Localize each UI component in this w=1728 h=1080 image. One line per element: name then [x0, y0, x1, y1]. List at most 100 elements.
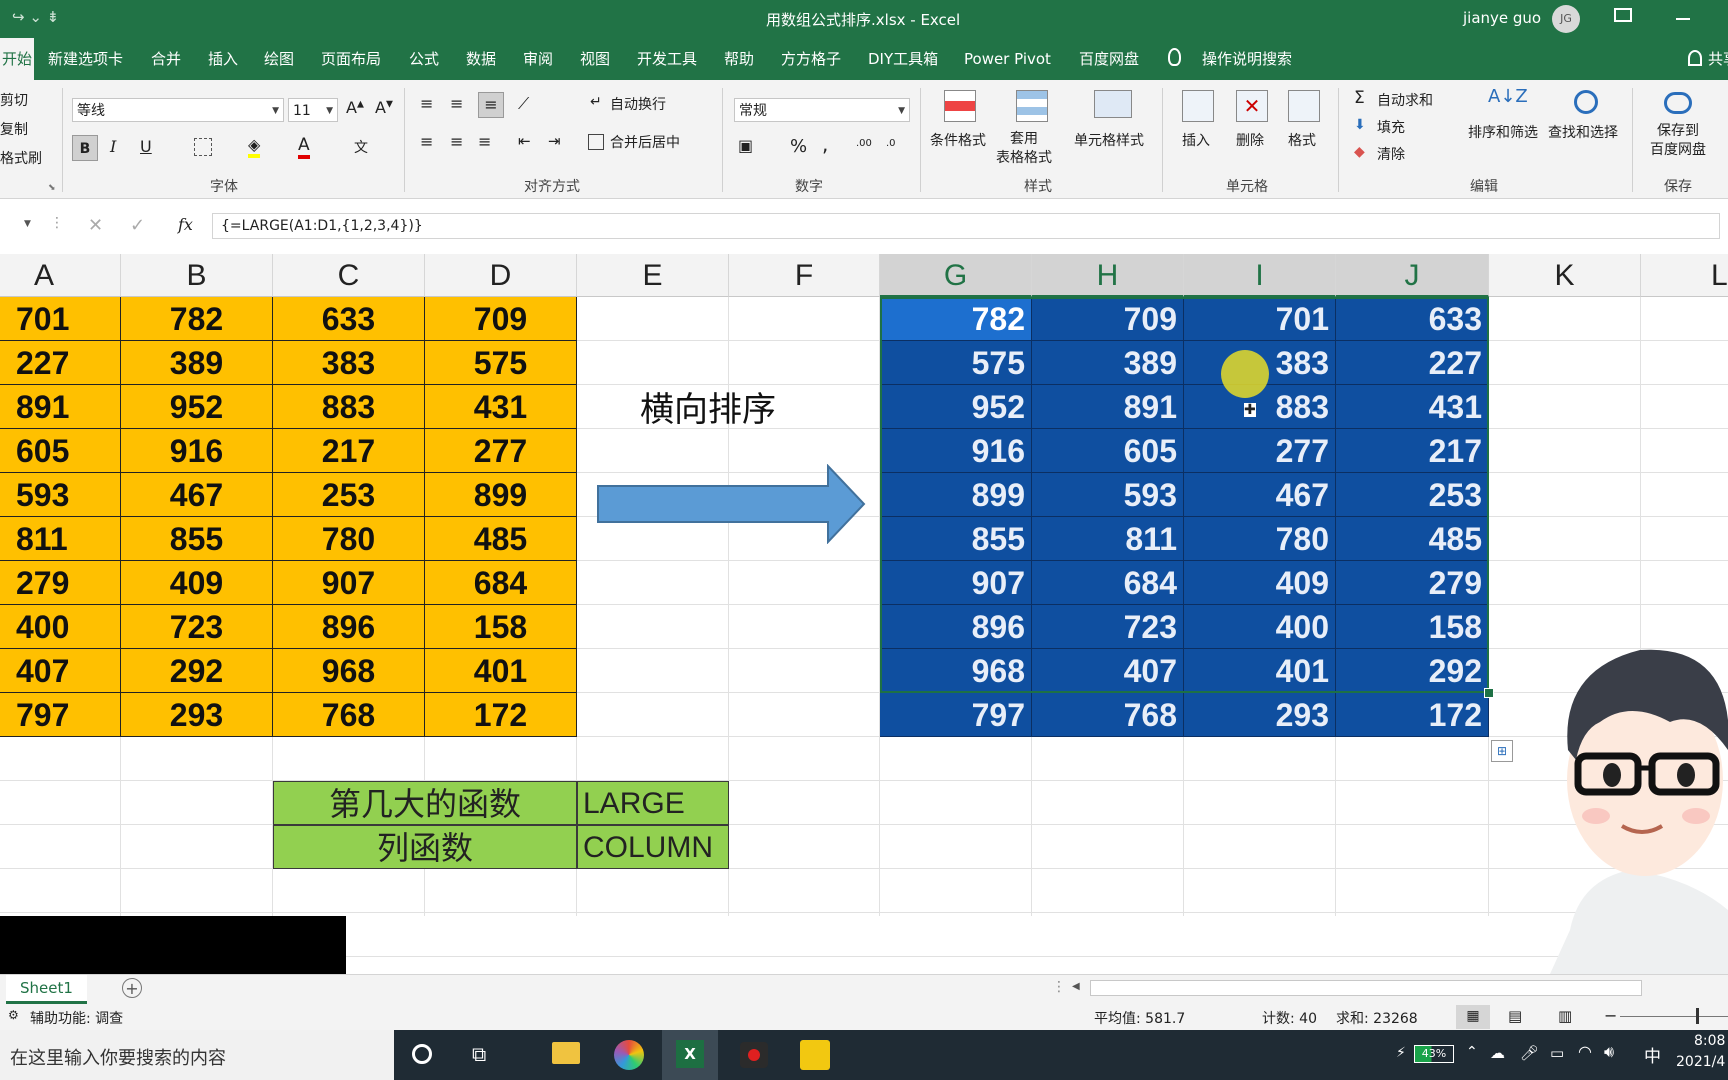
column-header-h[interactable]: H: [1032, 254, 1184, 297]
source-cell[interactable]: 684: [425, 561, 577, 605]
page-layout-view-icon[interactable]: ▤: [1508, 1007, 1522, 1025]
sheet-tab-sheet1[interactable]: Sheet1: [6, 975, 87, 1004]
sort-filter-button[interactable]: 排序和筛选: [1468, 122, 1538, 142]
tab-new[interactable]: 新建选项卡: [48, 38, 123, 80]
source-cell[interactable]: 409: [121, 561, 273, 605]
conditional-format-button[interactable]: 条件格式: [930, 130, 986, 150]
sorted-cell[interactable]: 891: [1032, 385, 1184, 429]
column-header-b[interactable]: B: [121, 254, 273, 297]
copy-button[interactable]: 复制: [0, 119, 28, 139]
find-select-button[interactable]: 查找和选择: [1548, 122, 1618, 142]
cortana-icon[interactable]: [412, 1044, 432, 1064]
sorted-cell[interactable]: 952: [880, 385, 1032, 429]
tab-page-layout[interactable]: 页面布局: [321, 38, 381, 80]
cut-button[interactable]: 剪切: [0, 90, 28, 110]
chevron-up-icon[interactable]: ⌃: [1466, 1044, 1478, 1060]
save-to-baidu-button[interactable]: 保存到 百度网盘: [1650, 122, 1706, 160]
wrap-text-button[interactable]: 自动换行: [610, 94, 666, 114]
sorted-cell[interactable]: 292: [1336, 649, 1489, 693]
name-box-dropdown-icon[interactable]: ▼: [24, 219, 31, 229]
fill-handle[interactable]: [1484, 688, 1494, 698]
source-cell[interactable]: 431: [425, 385, 577, 429]
source-cell[interactable]: 277: [425, 429, 577, 473]
tell-me-search[interactable]: 操作说明搜索: [1202, 38, 1292, 80]
tab-review[interactable]: 审阅: [523, 38, 553, 80]
source-cell[interactable]: 907: [273, 561, 425, 605]
font-size-select[interactable]: 11 ▼: [288, 98, 338, 122]
legend-description[interactable]: 第几大的函数: [273, 781, 577, 825]
enter-icon[interactable]: ✓: [130, 215, 145, 236]
sort-filter-icon[interactable]: A↓Z: [1488, 86, 1528, 107]
legend-function-name[interactable]: COLUMN: [577, 825, 729, 869]
source-cell[interactable]: 293: [121, 693, 273, 737]
column-header-k[interactable]: K: [1489, 254, 1641, 297]
format-painter-button[interactable]: 格式刷: [0, 148, 42, 168]
column-header-c[interactable]: C: [273, 254, 425, 297]
legend-description[interactable]: 列函数: [273, 825, 577, 869]
zoom-slider-thumb[interactable]: [1696, 1008, 1699, 1024]
column-header-e[interactable]: E: [577, 254, 729, 297]
source-cell[interactable]: 217: [273, 429, 425, 473]
shrink-font-icon[interactable]: A▼: [375, 98, 393, 117]
sorted-cell[interactable]: 782: [880, 297, 1032, 341]
sorted-cell[interactable]: 431: [1336, 385, 1489, 429]
source-cell[interactable]: 400: [0, 605, 121, 649]
align-bottom-icon[interactable]: ≡: [478, 92, 504, 118]
fill-icon[interactable]: ⬇: [1354, 117, 1366, 133]
source-cell[interactable]: 723: [121, 605, 273, 649]
tab-developer[interactable]: 开发工具: [637, 38, 697, 80]
sorted-cell[interactable]: 684: [1032, 561, 1184, 605]
font-color-icon[interactable]: A: [298, 135, 310, 159]
column-header-a[interactable]: A: [0, 254, 121, 297]
source-cell[interactable]: 383: [273, 341, 425, 385]
merge-center-button[interactable]: 合并后居中: [610, 132, 680, 152]
cancel-icon[interactable]: ✕: [88, 215, 103, 236]
format-cells-button[interactable]: 格式: [1288, 130, 1316, 150]
source-cell[interactable]: 279: [0, 561, 121, 605]
source-cell[interactable]: 709: [425, 297, 577, 341]
sorted-cell[interactable]: 279: [1336, 561, 1489, 605]
format-as-table-button[interactable]: 套用 表格格式: [996, 130, 1052, 168]
normal-view-icon[interactable]: ▦: [1456, 1005, 1490, 1029]
source-cell[interactable]: 768: [273, 693, 425, 737]
avatar[interactable]: JG: [1552, 5, 1580, 33]
tab-merge[interactable]: 合并: [151, 38, 181, 80]
sorted-cell[interactable]: 797: [880, 693, 1032, 737]
source-cell[interactable]: 158: [425, 605, 577, 649]
source-cell[interactable]: 389: [121, 341, 273, 385]
tab-power-pivot[interactable]: Power Pivot: [964, 38, 1051, 80]
sorted-cell[interactable]: 633: [1336, 297, 1489, 341]
tab-diy[interactable]: DIY工具箱: [868, 38, 938, 80]
column-header-d[interactable]: D: [425, 254, 577, 297]
zoom-slider[interactable]: [1620, 1016, 1728, 1017]
border-icon[interactable]: [194, 138, 212, 156]
formula-input[interactable]: {=LARGE(A1:D1,{1,2,3,4})}: [212, 213, 1720, 239]
grow-font-icon[interactable]: A▲: [346, 98, 364, 117]
source-cell[interactable]: 855: [121, 517, 273, 561]
sorted-cell[interactable]: 855: [880, 517, 1032, 561]
tab-ffgz[interactable]: 方方格子: [781, 38, 841, 80]
sorted-cell[interactable]: 968: [880, 649, 1032, 693]
source-cell[interactable]: 782: [121, 297, 273, 341]
insert-cells-button[interactable]: 插入: [1182, 130, 1210, 150]
insert-function-icon[interactable]: fx: [178, 215, 193, 234]
quick-access-toolbar[interactable]: ↪ ⌄ ⇟: [12, 8, 59, 26]
accessibility-status[interactable]: 辅助功能: 调查: [30, 1008, 123, 1028]
cloud-icon[interactable]: [1664, 92, 1692, 114]
source-cell[interactable]: 575: [425, 341, 577, 385]
page-break-view-icon[interactable]: ▥: [1558, 1007, 1572, 1025]
column-header-f[interactable]: F: [729, 254, 880, 297]
excel-icon[interactable]: X: [676, 1040, 704, 1068]
sorted-cell[interactable]: 293: [1184, 693, 1336, 737]
sorted-cell[interactable]: 409: [1184, 561, 1336, 605]
decrease-decimal-icon[interactable]: .0: [886, 138, 896, 149]
source-cell[interactable]: 605: [0, 429, 121, 473]
sorted-cell[interactable]: 709: [1032, 297, 1184, 341]
column-header-j[interactable]: J: [1336, 254, 1489, 297]
column-header-l[interactable]: L: [1641, 254, 1728, 297]
conditional-format-icon[interactable]: [944, 90, 976, 122]
tab-data[interactable]: 数据: [466, 38, 496, 80]
user-name[interactable]: jianye guo: [1463, 9, 1541, 27]
power-bi-icon[interactable]: [800, 1040, 830, 1070]
horizontal-scrollbar[interactable]: [1090, 980, 1642, 996]
